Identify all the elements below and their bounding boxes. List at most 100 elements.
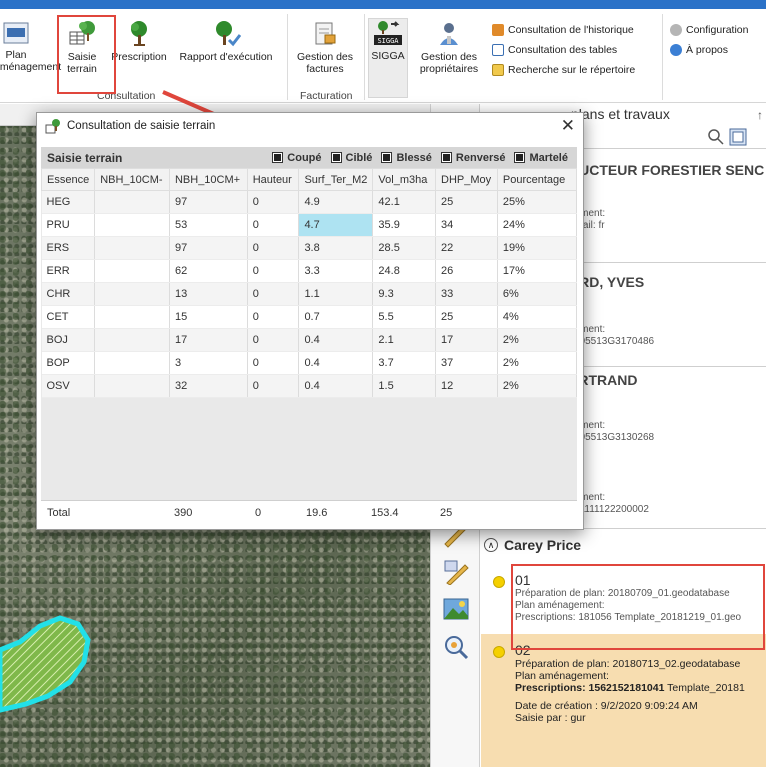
table-cell[interactable]: 4% (497, 305, 578, 329)
table-cell[interactable]: ERS (41, 236, 96, 260)
table-cell[interactable]: 17 (169, 328, 248, 352)
table-cell[interactable] (94, 328, 170, 352)
table-cell[interactable]: 24.8 (372, 259, 436, 283)
table-row[interactable]: OSV 32 0 0.4 1.5 12 2% (41, 374, 578, 398)
checkbox-box[interactable] (381, 152, 393, 163)
gestion-proprietaires-button[interactable]: Gestion des propriétaires (412, 20, 486, 75)
table-cell[interactable]: ERR (41, 259, 96, 283)
table-cell[interactable] (94, 236, 170, 260)
filter-checkbox[interactable]: Blessé (381, 152, 432, 164)
table-row[interactable]: CET 15 0 0.7 5.5 25 4% (41, 305, 578, 329)
pin-icon[interactable]: ↑ (757, 108, 763, 122)
table-cell[interactable]: 25 (435, 190, 498, 214)
table-cell[interactable] (94, 305, 170, 329)
table-cell[interactable]: 0.4 (298, 374, 374, 398)
table-cell[interactable]: CHR (41, 282, 96, 306)
checkbox-box[interactable] (440, 152, 452, 163)
column-header[interactable]: NBH_10CM+ (168, 168, 248, 191)
table-cell[interactable]: 0 (247, 236, 300, 260)
table-cell[interactable] (94, 190, 170, 214)
table-cell[interactable]: 1.1 (298, 282, 374, 306)
table-cell[interactable]: 15 (169, 305, 248, 329)
column-header[interactable]: Hauteur (246, 168, 300, 191)
table-cell[interactable]: 0.4 (298, 328, 374, 352)
table-cell[interactable] (94, 374, 170, 398)
table-cell[interactable]: BOP (41, 351, 96, 375)
filter-checkbox[interactable]: Coupé (272, 152, 322, 164)
table-row[interactable]: PRU 53 0 4.7 35.9 34 24% (41, 213, 578, 237)
plan-amenagement-button[interactable]: Plan aménagement (0, 20, 61, 73)
table-cell[interactable]: 6% (497, 282, 578, 306)
column-header[interactable]: Pourcentage (496, 168, 578, 191)
table-cell[interactable]: 24% (497, 213, 578, 237)
table-cell[interactable]: 62 (169, 259, 248, 283)
table-row[interactable]: HEG 97 0 4.9 42.1 25 25% (41, 190, 578, 214)
filter-checkbox[interactable]: Ciblé (330, 152, 372, 164)
table-cell[interactable]: 2% (497, 374, 578, 398)
table-cell[interactable]: 19% (497, 236, 578, 260)
table-cell[interactable]: 25% (497, 190, 578, 214)
zoom-map-icon[interactable] (443, 634, 469, 660)
table-cell[interactable]: 12 (435, 374, 498, 398)
measure-area-icon[interactable] (443, 559, 469, 585)
table-cell[interactable]: 2.1 (372, 328, 436, 352)
table-cell[interactable]: 13 (169, 282, 248, 306)
table-cell[interactable]: 28.5 (372, 236, 436, 260)
table-cell[interactable]: 0 (247, 190, 300, 214)
table-cell[interactable]: 4.7 (298, 213, 374, 237)
configuration-link[interactable]: Configuration (670, 24, 748, 36)
table-cell[interactable]: 0 (247, 282, 300, 306)
table-cell[interactable]: 0 (247, 351, 300, 375)
table-cell[interactable]: 1.5 (372, 374, 436, 398)
table-cell[interactable]: HEG (41, 190, 96, 214)
close-icon[interactable]: ✕ (561, 116, 575, 136)
column-header[interactable]: Vol_m3ha (372, 168, 436, 191)
table-cell[interactable]: 0.7 (298, 305, 374, 329)
sigga-button[interactable]: SIGGA SIGGA (368, 18, 408, 98)
table-cell[interactable]: 97 (169, 190, 248, 214)
table-cell[interactable]: PRU (41, 213, 96, 237)
table-cell[interactable]: 0 (247, 328, 300, 352)
table-cell[interactable]: 9.3 (372, 282, 436, 306)
image-icon[interactable] (443, 596, 469, 622)
consultation-tables-link[interactable]: Consultation des tables (492, 44, 617, 56)
table-cell[interactable]: 33 (435, 282, 498, 306)
column-header[interactable]: Essence (40, 168, 96, 191)
checkbox-box[interactable] (330, 152, 342, 163)
table-cell[interactable]: 3.7 (372, 351, 436, 375)
checkbox-box[interactable] (272, 152, 284, 163)
consultation-historique-link[interactable]: Consultation de l'historique (492, 24, 634, 36)
table-row[interactable]: BOJ 17 0 0.4 2.1 17 2% (41, 328, 578, 352)
filter-checkbox[interactable]: Martelé (514, 152, 568, 164)
column-header[interactable]: DHP_Moy (435, 168, 498, 191)
recherche-repertoire-link[interactable]: Recherche sur le répertoire (492, 64, 635, 76)
table-cell[interactable]: 4.9 (298, 190, 374, 214)
table-cell[interactable]: 35.9 (372, 213, 436, 237)
table-cell[interactable]: 17 (435, 328, 498, 352)
rapport-execution-button[interactable]: Rapport d'exécution (172, 20, 280, 63)
table-cell[interactable]: BOJ (41, 328, 96, 352)
collapse-icon[interactable]: ∧ (484, 538, 498, 552)
checkbox-box[interactable] (514, 152, 526, 163)
table-row[interactable]: ERR 62 0 3.3 24.8 26 17% (41, 259, 578, 283)
owner-header-1[interactable]: DUCTEUR FORESTIER SENC (569, 162, 764, 178)
table-cell[interactable]: 25 (435, 305, 498, 329)
column-header[interactable]: Surf_Ter_M2 (298, 168, 374, 191)
plan-entry-02[interactable]: 02 Préparation de plan: 20180713_02.geod… (481, 634, 766, 767)
gestion-factures-button[interactable]: Gestion des factures (292, 20, 358, 75)
table-cell[interactable]: 0.4 (298, 351, 374, 375)
table-cell[interactable]: 37 (435, 351, 498, 375)
table-cell[interactable]: 0 (247, 305, 300, 329)
table-cell[interactable]: 32 (169, 374, 248, 398)
table-cell[interactable]: 3.8 (298, 236, 374, 260)
table-cell[interactable]: 0 (247, 374, 300, 398)
table-cell[interactable] (94, 282, 170, 306)
prescription-button[interactable]: Prescription (107, 20, 171, 63)
filter-icon[interactable] (729, 128, 747, 146)
table-cell[interactable]: 5.5 (372, 305, 436, 329)
filter-checkbox[interactable]: Renversé (440, 152, 505, 164)
table-cell[interactable] (94, 351, 170, 375)
table-row[interactable]: BOP 3 0 0.4 3.7 37 2% (41, 351, 578, 375)
table-cell[interactable]: 0 (247, 259, 300, 283)
table-cell[interactable]: OSV (41, 374, 96, 398)
